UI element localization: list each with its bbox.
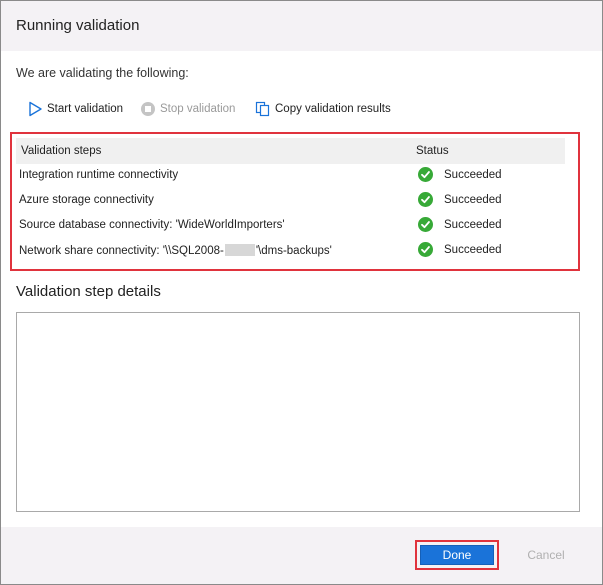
validation-dialog: Running validation We are validating the… <box>0 0 603 585</box>
copy-validation-results-button[interactable]: Copy validation results <box>255 99 391 119</box>
dialog-header: Running validation <box>1 1 602 51</box>
step-name: Azure storage connectivity <box>19 194 154 206</box>
start-validation-button[interactable]: Start validation <box>27 99 123 119</box>
validation-steps-table: Validation steps Status Integration runt… <box>16 138 565 264</box>
table-row[interactable]: Network share connectivity: '\\SQL2008- '… <box>16 239 565 264</box>
status-text: Succeeded <box>444 193 502 206</box>
step-name: Network share connectivity: '\\SQL2008- '… <box>19 244 332 257</box>
copy-validation-results-label: Copy validation results <box>275 103 391 115</box>
step-name-prefix: Network share connectivity: '\\SQL2008- <box>19 245 224 257</box>
status-text: Succeeded <box>444 168 502 181</box>
intro-text: We are validating the following: <box>16 66 189 80</box>
stop-validation-button[interactable]: Stop validation <box>140 99 235 119</box>
success-check-icon <box>418 192 433 207</box>
details-title: Validation step details <box>16 283 161 300</box>
table-row[interactable]: Azure storage connectivity Succeeded <box>16 189 565 214</box>
step-status: Succeeded <box>418 192 502 207</box>
header-status: Status <box>416 145 449 157</box>
cancel-button[interactable]: Cancel <box>506 543 586 567</box>
step-status: Succeeded <box>418 242 502 257</box>
step-name: Source database connectivity: 'WideWorld… <box>19 219 285 231</box>
status-text: Succeeded <box>444 218 502 231</box>
validation-details-panel[interactable] <box>16 312 580 512</box>
step-status: Succeeded <box>418 217 502 232</box>
table-row[interactable]: Integration runtime connectivity Succeed… <box>16 164 565 189</box>
status-text: Succeeded <box>444 243 502 256</box>
done-button-highlight: Done <box>415 540 499 570</box>
step-name: Integration runtime connectivity <box>19 169 179 181</box>
success-check-icon <box>418 217 433 232</box>
header-validation-steps: Validation steps <box>21 145 102 157</box>
step-status: Succeeded <box>418 167 502 182</box>
step-name-suffix: '\dms-backups' <box>255 245 332 257</box>
table-header: Validation steps Status <box>16 138 565 164</box>
play-icon <box>27 101 43 117</box>
copy-icon <box>255 101 271 117</box>
success-check-icon <box>418 242 433 257</box>
done-button[interactable]: Done <box>420 545 494 565</box>
start-validation-label: Start validation <box>47 103 124 115</box>
dialog-title: Running validation <box>16 17 140 34</box>
table-row[interactable]: Source database connectivity: 'WideWorld… <box>16 214 565 239</box>
success-check-icon <box>418 167 433 182</box>
stop-icon <box>140 101 156 117</box>
redacted-block <box>224 244 255 256</box>
stop-validation-label: Stop validation <box>160 103 236 115</box>
validation-steps-highlight: Validation steps Status Integration runt… <box>10 132 580 271</box>
validation-toolbar: Start validation Stop validation Copy va… <box>27 99 587 119</box>
